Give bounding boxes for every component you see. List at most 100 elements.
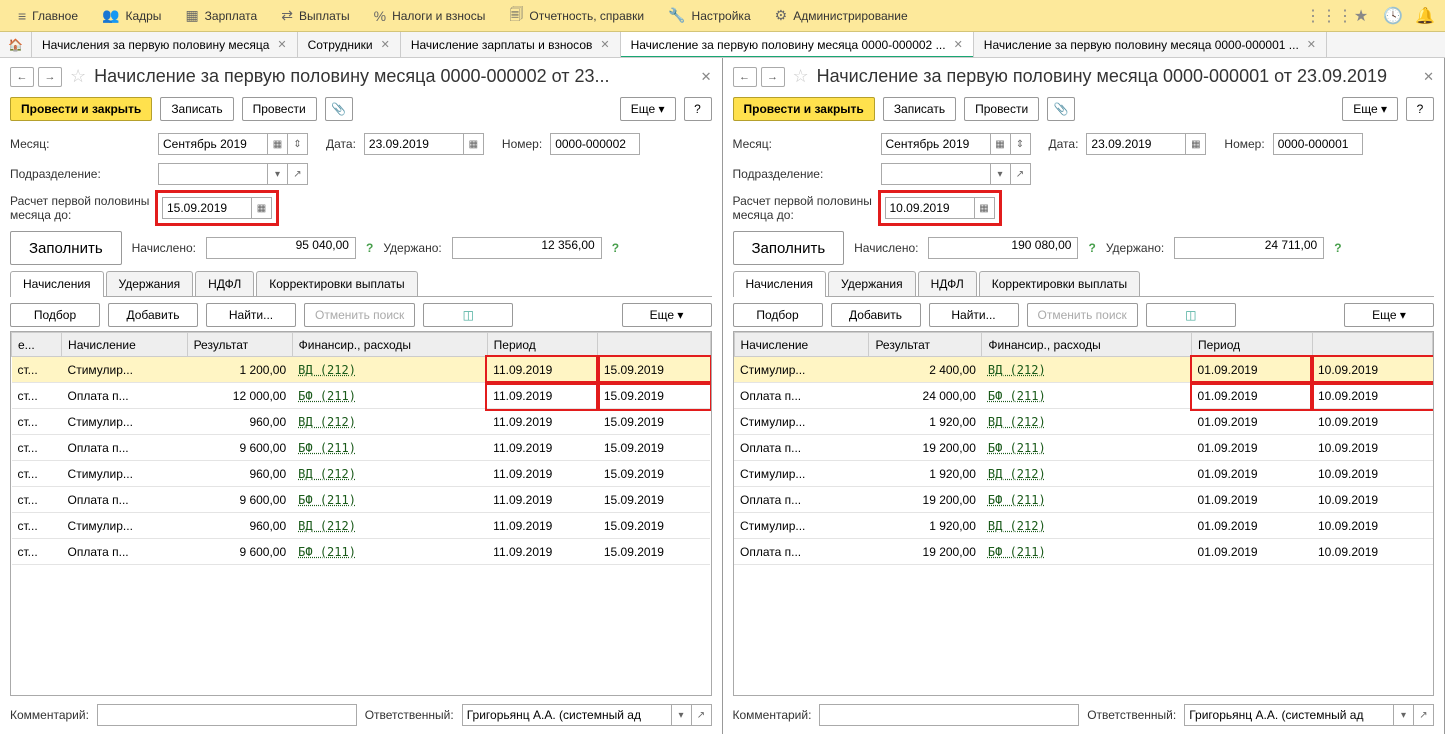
cell-finance[interactable]: БФ (211) (982, 435, 1192, 461)
dropdown-icon[interactable]: ▾ (991, 163, 1011, 185)
menu-Настройка[interactable]: 🔧Настройка (656, 0, 763, 31)
menu-Кадры[interactable]: 👥Кадры (90, 0, 173, 31)
nav-back[interactable]: ← (10, 67, 34, 87)
star-icon[interactable]: ★ (1347, 2, 1375, 30)
col-header[interactable]: Начисление (734, 333, 869, 357)
history-icon[interactable]: 🕓 (1379, 2, 1407, 30)
attach-icon[interactable]: 📎 (325, 97, 353, 121)
menu-Зарплата[interactable]: ▦Зарплата (173, 0, 269, 31)
subtab-Начисления[interactable]: Начисления (733, 271, 827, 296)
tab-close-icon[interactable]: ✕ (600, 38, 609, 51)
col-header[interactable]: Результат (869, 333, 982, 357)
spinner-icon[interactable]: ⇕ (1011, 133, 1031, 155)
help-button[interactable]: ? (684, 97, 712, 121)
favorite-star-icon[interactable]: ☆ (793, 66, 809, 87)
open-icon[interactable]: ↗ (1414, 704, 1434, 726)
cell-finance[interactable]: БФ (211) (292, 435, 487, 461)
responsible-input[interactable]: Григорьянц А.А. (системный ад (1184, 704, 1394, 726)
cell-finance[interactable]: БФ (211) (292, 383, 487, 409)
subtab-Корректировки выплаты[interactable]: Корректировки выплаты (979, 271, 1140, 296)
table-row[interactable]: Стимулир...1 920,00ВД (212)01.09.201910.… (734, 409, 1433, 435)
close-icon[interactable]: ✕ (1423, 69, 1434, 85)
month-input[interactable]: Сентябрь 2019 (158, 133, 268, 155)
fill-button[interactable]: Заполнить (733, 231, 845, 265)
tab-close-icon[interactable]: ✕ (381, 38, 390, 51)
apps-icon[interactable]: ⋮⋮⋮ (1315, 2, 1343, 30)
responsible-input[interactable]: Григорьянц А.А. (системный ад (462, 704, 672, 726)
col-header[interactable]: Финансир., расходы (292, 333, 487, 357)
cell-finance[interactable]: БФ (211) (982, 487, 1192, 513)
post-button[interactable]: Провести (964, 97, 1039, 121)
subtab-Начисления[interactable]: Начисления (10, 271, 104, 296)
open-icon[interactable]: ↗ (1011, 163, 1031, 185)
cell-finance[interactable]: ВД (212) (982, 461, 1192, 487)
cancel-find-button[interactable]: Отменить поиск (304, 303, 415, 327)
cell-finance[interactable]: БФ (211) (292, 539, 487, 565)
comment-input[interactable] (97, 704, 357, 726)
nav-fwd[interactable]: → (38, 67, 62, 87)
more-button[interactable]: Еще ▾ (620, 97, 676, 121)
write-button[interactable]: Записать (160, 97, 233, 121)
accrued-amount[interactable]: 95 040,00 (206, 237, 356, 259)
table-more-button[interactable]: Еще ▾ (622, 303, 712, 327)
menu-Налоги и взносы[interactable]: %Налоги и взносы (362, 0, 498, 31)
number-input[interactable]: 0000-000001 (1273, 133, 1363, 155)
cell-finance[interactable]: ВД (212) (292, 461, 487, 487)
spinner-icon[interactable]: ⇕ (288, 133, 308, 155)
nav-fwd[interactable]: → (761, 67, 785, 87)
tab-close-icon[interactable]: ✕ (277, 38, 286, 51)
subtab-Корректировки выплаты[interactable]: Корректировки выплаты (256, 271, 417, 296)
subtab-Удержания[interactable]: Удержания (106, 271, 194, 296)
help-icon[interactable]: ? (1088, 241, 1095, 255)
table-row[interactable]: ст...Стимулир...960,00ВД (212)11.09.2019… (12, 409, 711, 435)
col-header[interactable] (1312, 333, 1433, 357)
cancel-find-button[interactable]: Отменить поиск (1027, 303, 1138, 327)
add-button[interactable]: Добавить (831, 303, 921, 327)
table-row[interactable]: Оплата п...24 000,00БФ (211)01.09.201910… (734, 383, 1433, 409)
table-row[interactable]: ст...Стимулир...960,00ВД (212)11.09.2019… (12, 461, 711, 487)
cell-finance[interactable]: ВД (212) (292, 513, 487, 539)
table-row[interactable]: Стимулир...1 920,00ВД (212)01.09.201910.… (734, 461, 1433, 487)
details-icon[interactable]: ◫ (1146, 303, 1236, 327)
home-tab[interactable]: 🏠 (0, 32, 32, 57)
bell-icon[interactable]: 🔔 (1411, 2, 1439, 30)
accruals-table[interactable]: НачислениеРезультатФинансир., расходыПер… (733, 331, 1435, 696)
doc-tab[interactable]: Начисления за первую половину месяца✕ (32, 32, 298, 57)
col-header[interactable]: Начисление (62, 333, 188, 357)
menu-Главное[interactable]: ≡Главное (6, 0, 90, 31)
cell-finance[interactable]: ВД (212) (982, 513, 1192, 539)
doc-tab[interactable]: Начисление за первую половину месяца 000… (974, 32, 1327, 57)
help-icon[interactable]: ? (1334, 241, 1341, 255)
col-header[interactable] (598, 333, 710, 357)
table-row[interactable]: Оплата п...19 200,00БФ (211)01.09.201910… (734, 435, 1433, 461)
table-row[interactable]: ст...Оплата п...9 600,00БФ (211)11.09.20… (12, 435, 711, 461)
table-row[interactable]: ст...Оплата п...12 000,00БФ (211)11.09.2… (12, 383, 711, 409)
favorite-star-icon[interactable]: ☆ (70, 66, 86, 87)
details-icon[interactable]: ◫ (423, 303, 513, 327)
find-button[interactable]: Найти... (929, 303, 1019, 327)
menu-Администрирование[interactable]: ⚙Администрирование (763, 0, 920, 31)
add-button[interactable]: Добавить (108, 303, 198, 327)
table-row[interactable]: Оплата п...19 200,00БФ (211)01.09.201910… (734, 539, 1433, 565)
post-and-close-button[interactable]: Провести и закрыть (733, 97, 875, 121)
dropdown-icon[interactable]: ▾ (1394, 704, 1414, 726)
subtab-НДФЛ[interactable]: НДФЛ (195, 271, 254, 296)
calendar-icon[interactable]: ▦ (1186, 133, 1206, 155)
comment-input[interactable] (819, 704, 1079, 726)
col-header[interactable]: Финансир., расходы (982, 333, 1192, 357)
nav-back[interactable]: ← (733, 67, 757, 87)
calendar-icon[interactable]: ▦ (464, 133, 484, 155)
col-header[interactable]: Период (1192, 333, 1312, 357)
doc-tab[interactable]: Начисление за первую половину месяца 000… (621, 32, 974, 57)
table-row[interactable]: ст...Оплата п...9 600,00БФ (211)11.09.20… (12, 487, 711, 513)
tab-close-icon[interactable]: ✕ (1307, 38, 1316, 51)
number-input[interactable]: 0000-000002 (550, 133, 640, 155)
help-icon[interactable]: ? (612, 241, 619, 255)
accrued-amount[interactable]: 190 080,00 (928, 237, 1078, 259)
cell-finance[interactable]: ВД (212) (292, 409, 487, 435)
post-button[interactable]: Провести (242, 97, 317, 121)
tab-close-icon[interactable]: ✕ (954, 38, 963, 51)
cell-finance[interactable]: БФ (211) (292, 487, 487, 513)
table-row[interactable]: ст...Стимулир...960,00ВД (212)11.09.2019… (12, 513, 711, 539)
menu-Выплаты[interactable]: ⇄Выплаты (269, 0, 361, 31)
